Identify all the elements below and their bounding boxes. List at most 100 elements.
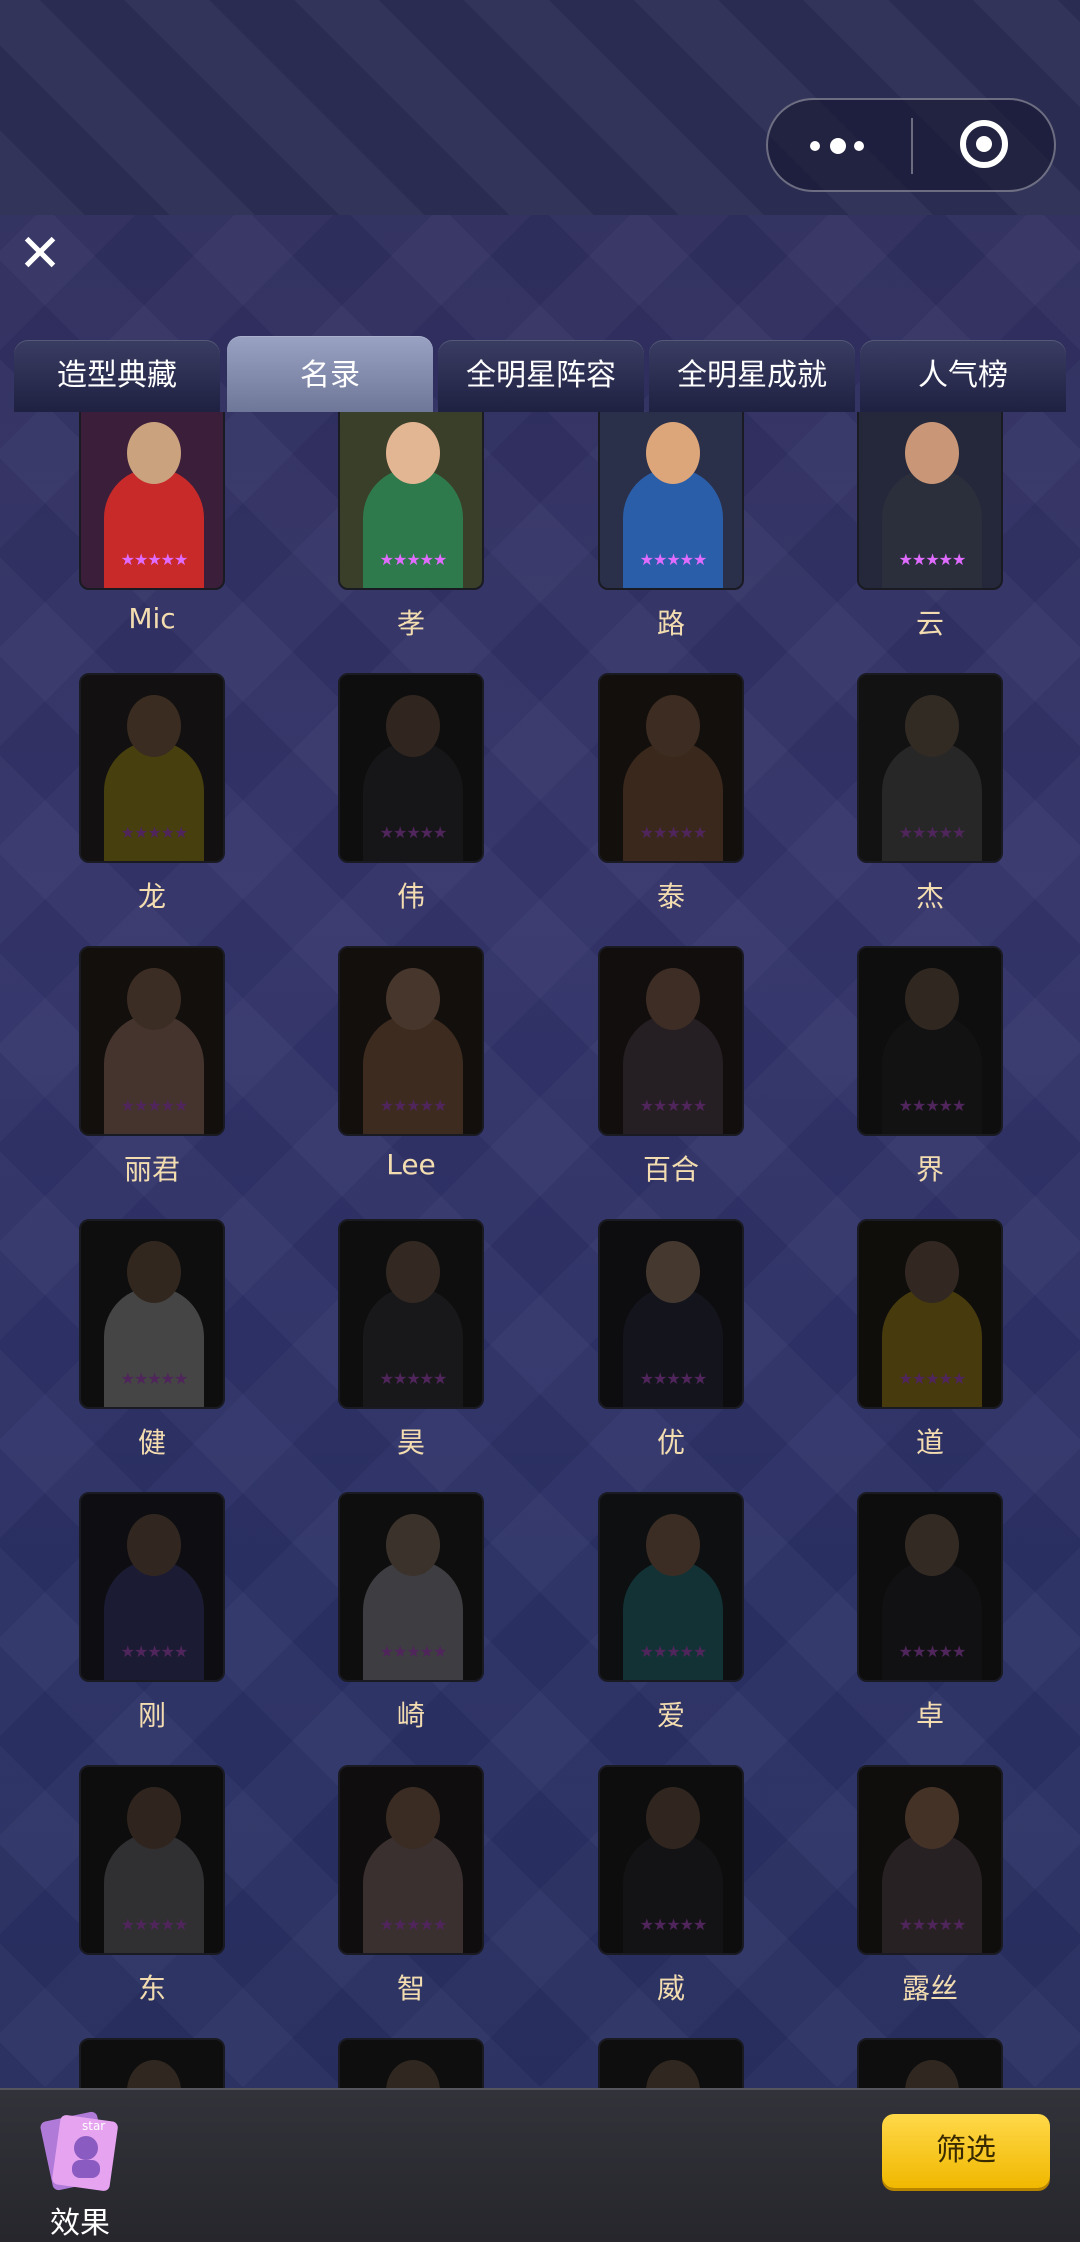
character-name: 露丝 xyxy=(901,1972,958,2005)
character-name: 健 xyxy=(137,1426,166,1459)
locked-overlay xyxy=(81,1767,223,1953)
character-portrait: ★★★★★ xyxy=(598,2038,744,2088)
locked-overlay xyxy=(81,675,223,861)
star-rating: ★★★★★ xyxy=(120,550,189,569)
roster-card[interactable]: ★★★★★ xyxy=(598,946,744,1136)
character-portrait: ★★★★★ xyxy=(79,1492,225,1682)
character-portrait: ★★★★★ xyxy=(857,1492,1003,1682)
character-name: 百合 xyxy=(642,1153,699,1186)
roster-card[interactable]: ★★★★★ xyxy=(598,1492,744,1682)
character-name: 卓 xyxy=(915,1699,944,1732)
effect-label: 效果 xyxy=(50,2206,110,2241)
roster-card[interactable]: ★★★★★ xyxy=(338,1492,484,1682)
character-portrait: ★★★★★ xyxy=(598,1765,744,1955)
character-name: 孝 xyxy=(396,607,425,640)
character-portrait: ★★★★★ xyxy=(338,1765,484,1955)
filter-button[interactable]: 筛选 xyxy=(882,2114,1050,2188)
roster-card[interactable]: ★★★★★ xyxy=(857,946,1003,1136)
roster-card[interactable]: ★★★★★ xyxy=(338,673,484,863)
close-miniprogram-icon[interactable] xyxy=(960,120,1008,168)
roster-card[interactable]: ★★★★★ xyxy=(857,1492,1003,1682)
roster-card[interactable]: ★★★★★ xyxy=(79,946,225,1136)
locked-overlay xyxy=(340,948,482,1134)
character-portrait: ★★★★★ xyxy=(79,1765,225,1955)
character-portrait: ★★★★★ xyxy=(79,673,225,863)
character-portrait: ★★★★★ xyxy=(598,1219,744,1409)
locked-overlay xyxy=(81,1494,223,1680)
locked-overlay xyxy=(859,948,1001,1134)
roster-card[interactable]: ★★★★★ xyxy=(598,673,744,863)
character-portrait: ★★★★★ xyxy=(598,946,744,1136)
locked-overlay xyxy=(859,2040,1001,2088)
character-name: 刚 xyxy=(137,1699,166,1732)
character-portrait: ★★★★★ xyxy=(857,1765,1003,1955)
roster-card[interactable]: ★★★★★ xyxy=(338,2038,484,2088)
character-portrait: ★★★★★ xyxy=(338,673,484,863)
tab-style-collection[interactable]: 造型典藏 xyxy=(14,340,220,412)
character-portrait: ★★★★★ xyxy=(79,2038,225,2088)
tab-bar: 造型典藏 名录 全明星阵容 全明星成就 人气榜 xyxy=(0,336,1080,412)
tab-allstar-achievement[interactable]: 全明星成就 xyxy=(649,340,855,412)
tab-allstar-lineup[interactable]: 全明星阵容 xyxy=(438,340,644,412)
character-portrait: ★★★★★ xyxy=(857,2038,1003,2088)
roster-card[interactable]: ★★★★★ xyxy=(857,673,1003,863)
top-bar xyxy=(0,0,1080,215)
locked-overlay xyxy=(859,675,1001,861)
portrait-head xyxy=(127,422,181,484)
roster-card[interactable]: ★★★★★ xyxy=(338,1765,484,1955)
roster-card[interactable]: ★★★★★ xyxy=(79,673,225,863)
locked-overlay xyxy=(600,2040,742,2088)
character-name: 路 xyxy=(656,607,685,640)
character-portrait: ★★★★★ xyxy=(598,673,744,863)
character-name: Lee xyxy=(386,1148,436,1181)
tab-roster[interactable]: 名录 xyxy=(227,336,433,412)
star-rating: ★★★★★ xyxy=(898,550,967,569)
character-name: 昊 xyxy=(396,1426,425,1459)
character-portrait: ★★★★★ xyxy=(79,1219,225,1409)
roster-card[interactable]: ★★★★★ xyxy=(598,2038,744,2088)
star-rating: ★★★★★ xyxy=(639,550,708,569)
character-name: 优 xyxy=(656,1426,685,1459)
locked-overlay xyxy=(600,1221,742,1407)
svg-text:star: star xyxy=(82,2119,105,2133)
portrait-body xyxy=(882,468,982,588)
roster-card[interactable]: ★★★★★ xyxy=(598,1219,744,1409)
roster-card[interactable]: ★★★★★ xyxy=(79,1219,225,1409)
character-portrait: ★★★★★ xyxy=(338,2038,484,2088)
portrait-body xyxy=(623,468,723,588)
character-name: 爱 xyxy=(656,1699,685,1732)
roster-card[interactable]: ★★★★★ xyxy=(338,1219,484,1409)
roster-card[interactable]: ★★★★★ xyxy=(79,1765,225,1955)
character-portrait: ★★★★★ xyxy=(857,1219,1003,1409)
roster-card[interactable]: ★★★★★ xyxy=(857,1765,1003,1955)
effect-icon[interactable]: star xyxy=(36,2108,124,2198)
roster-card[interactable]: ★★★★★ xyxy=(857,2038,1003,2088)
character-portrait: ★★★★★ xyxy=(338,1219,484,1409)
roster-card[interactable]: ★★★★★ xyxy=(79,1492,225,1682)
locked-overlay xyxy=(340,675,482,861)
roster-card[interactable]: ★★★★★ xyxy=(79,2038,225,2088)
roster-card[interactable]: ★★★★★ xyxy=(338,946,484,1136)
character-portrait: ★★★★★ xyxy=(598,1492,744,1682)
portrait-head xyxy=(386,422,440,484)
roster-card[interactable]: ★★★★★ xyxy=(857,1219,1003,1409)
locked-overlay xyxy=(859,1494,1001,1680)
tab-popularity[interactable]: 人气榜 xyxy=(860,340,1066,412)
close-icon[interactable]: ✕ xyxy=(14,228,66,280)
roster-card[interactable]: ★★★★★ xyxy=(79,412,225,590)
roster-card[interactable]: ★★★★★ xyxy=(598,412,744,590)
capsule-divider xyxy=(911,118,913,174)
locked-overlay xyxy=(81,2040,223,2088)
locked-overlay xyxy=(81,948,223,1134)
character-name: 崎 xyxy=(396,1699,425,1732)
character-name: 智 xyxy=(396,1972,425,2005)
character-portrait: ★★★★★ xyxy=(79,412,225,590)
miniprogram-capsule xyxy=(766,98,1056,192)
roster-card[interactable]: ★★★★★ xyxy=(857,412,1003,590)
roster-card[interactable]: ★★★★★ xyxy=(598,1765,744,1955)
more-icon[interactable] xyxy=(810,135,870,157)
roster-card[interactable]: ★★★★★ xyxy=(338,412,484,590)
locked-overlay xyxy=(859,1221,1001,1407)
character-name: 丽君 xyxy=(123,1153,180,1186)
character-portrait: ★★★★★ xyxy=(857,412,1003,590)
